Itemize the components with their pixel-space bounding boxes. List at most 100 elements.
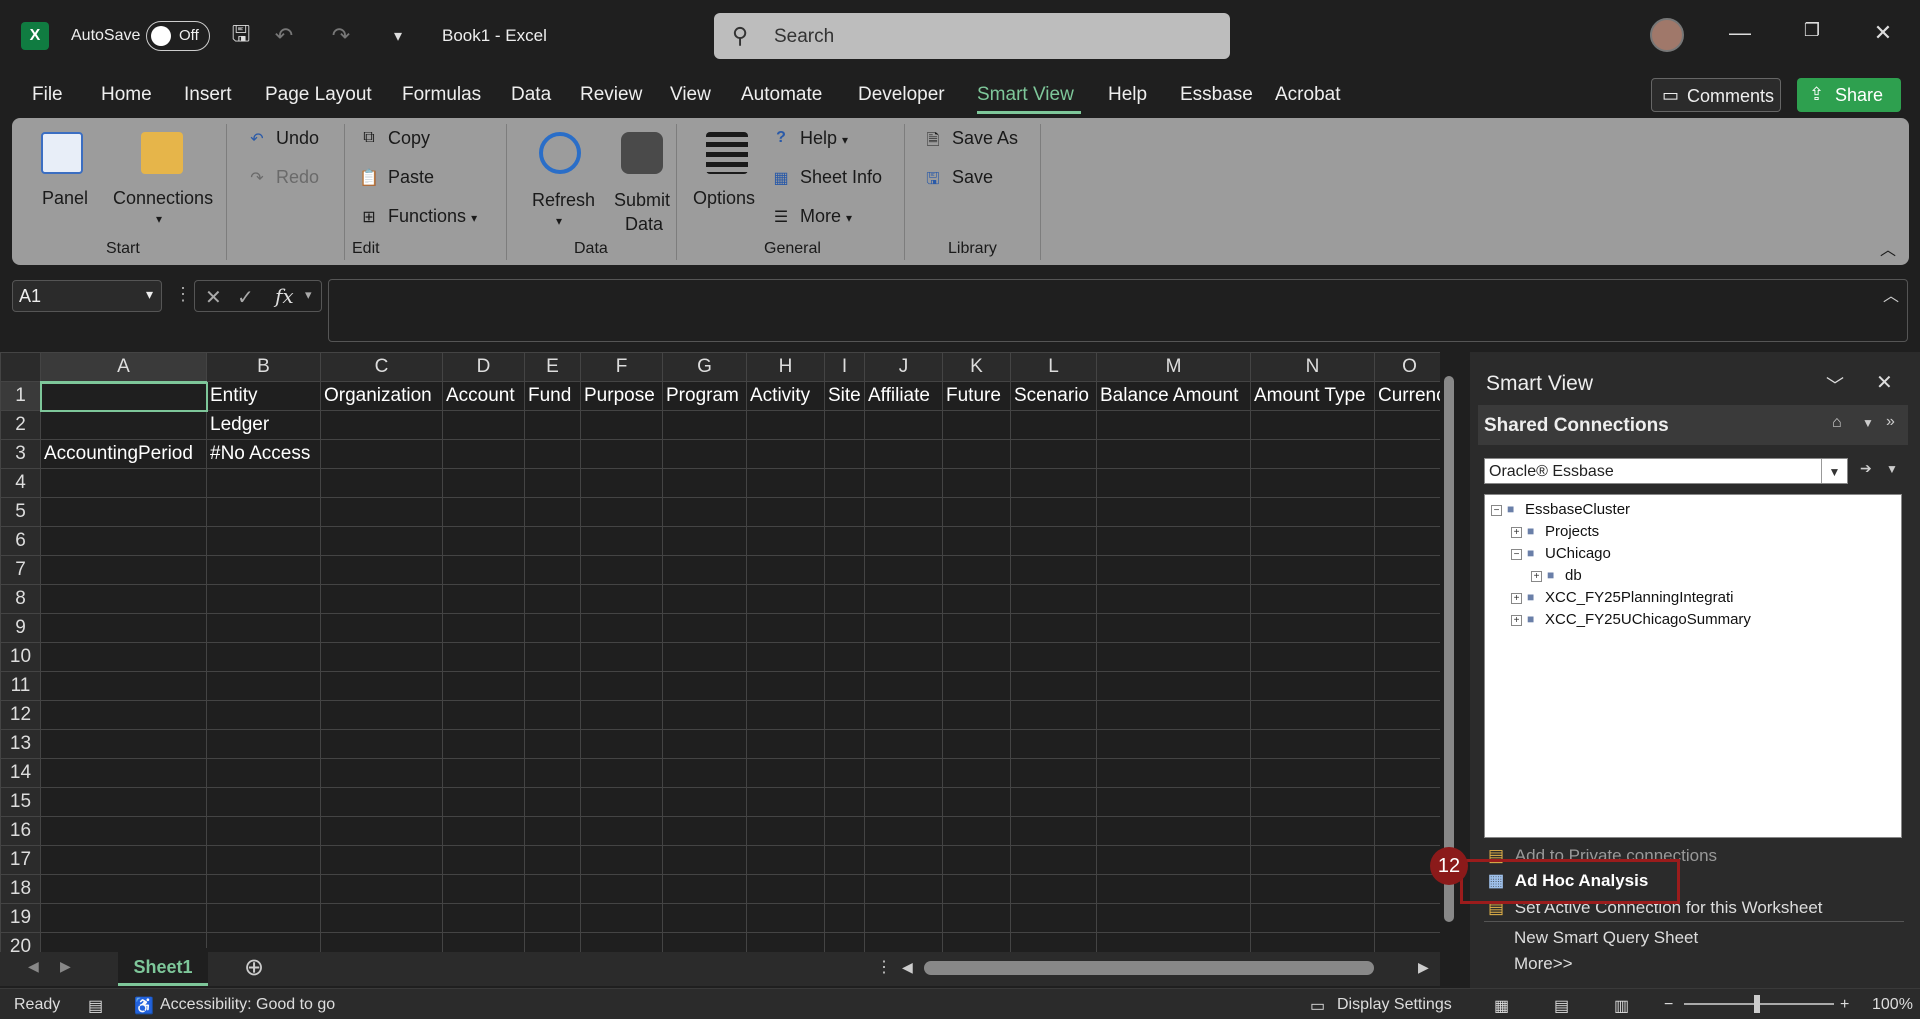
cell[interactable]	[1374, 903, 1440, 933]
tab-formulas[interactable]: Formulas	[402, 84, 481, 106]
cell[interactable]	[1096, 410, 1251, 440]
cell[interactable]	[824, 526, 865, 556]
more-options-icon[interactable]: ⋮	[174, 284, 192, 305]
cell[interactable]	[206, 497, 321, 527]
cell[interactable]	[1250, 845, 1375, 875]
cell[interactable]	[524, 613, 581, 643]
cell[interactable]	[524, 845, 581, 875]
cell[interactable]	[442, 787, 525, 817]
cell[interactable]: AccountingPeriod	[40, 439, 207, 469]
cell[interactable]	[442, 671, 525, 701]
cell[interactable]	[1374, 439, 1440, 469]
cell[interactable]	[580, 613, 663, 643]
restore-icon[interactable]: ❐	[1797, 20, 1827, 50]
cell[interactable]	[40, 642, 207, 672]
tab-smart-view[interactable]: Smart View	[977, 84, 1074, 106]
row-header[interactable]: 1	[0, 381, 41, 411]
display-settings[interactable]: Display Settings	[1337, 996, 1452, 1014]
cell[interactable]	[942, 758, 1011, 788]
connections-button[interactable]: Connections ▾	[112, 128, 213, 238]
cell[interactable]	[524, 903, 581, 933]
cell[interactable]	[1096, 468, 1251, 498]
cell[interactable]	[662, 903, 747, 933]
cell[interactable]	[580, 410, 663, 440]
cell[interactable]	[206, 787, 321, 817]
tab-acrobat[interactable]: Acrobat	[1275, 84, 1340, 106]
cell[interactable]	[1250, 903, 1375, 933]
cell[interactable]	[524, 555, 581, 585]
more-icon[interactable]: ⋮	[876, 957, 892, 977]
cell[interactable]	[524, 439, 581, 469]
cell[interactable]	[864, 816, 943, 846]
cell[interactable]	[320, 613, 443, 643]
cell[interactable]	[1096, 845, 1251, 875]
row-header[interactable]: 17	[0, 845, 41, 875]
cell[interactable]	[824, 439, 865, 469]
cell[interactable]	[206, 700, 321, 730]
cell[interactable]: Ledger	[206, 410, 321, 440]
row-header[interactable]: 8	[0, 584, 41, 614]
cell[interactable]	[746, 787, 825, 817]
cell[interactable]	[662, 555, 747, 585]
enter-icon[interactable]: ✓	[237, 285, 254, 310]
cell[interactable]: Activity	[746, 381, 825, 411]
page-break-view-icon[interactable]: ▥	[1614, 996, 1629, 1016]
cell[interactable]	[1096, 642, 1251, 672]
vertical-scroll-thumb[interactable]	[1444, 376, 1454, 922]
cell[interactable]	[320, 468, 443, 498]
tree-expander-icon[interactable]: +	[1511, 593, 1522, 604]
cell[interactable]	[1010, 816, 1097, 846]
tab-help[interactable]: Help	[1108, 84, 1147, 106]
cell[interactable]: Currenc	[1374, 381, 1440, 411]
cell[interactable]	[824, 671, 865, 701]
tab-page-layout[interactable]: Page Layout	[265, 84, 372, 106]
cancel-icon[interactable]: ✕	[205, 285, 222, 310]
cell[interactable]	[942, 497, 1011, 527]
cell[interactable]	[662, 700, 747, 730]
tree-expander-icon[interactable]: +	[1531, 571, 1542, 582]
prev-sheet-icon[interactable]: ◀	[28, 958, 39, 975]
cell[interactable]	[824, 816, 865, 846]
cell[interactable]	[662, 787, 747, 817]
cell[interactable]	[442, 468, 525, 498]
expand-formula-icon[interactable]: ︿	[1883, 282, 1899, 306]
cell[interactable]	[320, 700, 443, 730]
cell[interactable]	[824, 584, 865, 614]
column-header[interactable]: I	[824, 352, 865, 382]
cell[interactable]	[662, 439, 747, 469]
cell[interactable]: Entity	[206, 381, 321, 411]
cell[interactable]	[40, 613, 207, 643]
cell[interactable]	[40, 410, 207, 440]
cell[interactable]	[40, 787, 207, 817]
cell[interactable]	[442, 613, 525, 643]
cell[interactable]: Future	[942, 381, 1011, 411]
tab-insert[interactable]: Insert	[184, 84, 232, 106]
cell[interactable]	[824, 613, 865, 643]
column-header[interactable]: G	[662, 352, 747, 382]
cell[interactable]	[580, 932, 663, 952]
row-header[interactable]: 3	[0, 439, 41, 469]
cell[interactable]	[864, 613, 943, 643]
cell[interactable]	[40, 584, 207, 614]
cell[interactable]	[942, 439, 1011, 469]
close-icon[interactable]: ✕	[1868, 20, 1898, 50]
cell[interactable]	[206, 816, 321, 846]
cell[interactable]	[824, 845, 865, 875]
cell[interactable]	[942, 671, 1011, 701]
cell[interactable]	[1374, 671, 1440, 701]
cell[interactable]	[40, 729, 207, 759]
cell[interactable]: Affiliate	[864, 381, 943, 411]
cell[interactable]	[1096, 816, 1251, 846]
cell[interactable]	[1374, 874, 1440, 904]
cell[interactable]	[524, 497, 581, 527]
cell[interactable]	[1250, 816, 1375, 846]
tree-expander-icon[interactable]: +	[1511, 615, 1522, 626]
cell[interactable]	[1096, 526, 1251, 556]
cell[interactable]	[1010, 787, 1097, 817]
collapse-ribbon-icon[interactable]: ︿	[1880, 236, 1896, 260]
cell[interactable]	[580, 729, 663, 759]
cell[interactable]	[580, 700, 663, 730]
paste-button[interactable]: 📋 Paste	[358, 167, 434, 188]
cell[interactable]	[442, 555, 525, 585]
cell[interactable]	[580, 555, 663, 585]
